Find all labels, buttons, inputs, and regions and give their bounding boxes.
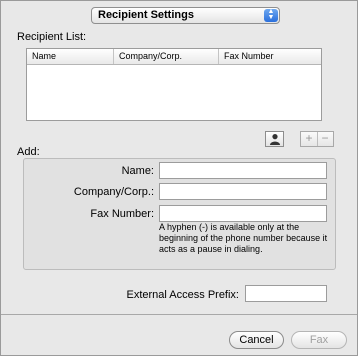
popup-label: Recipient Settings [98,9,194,21]
add-section-label: Add: [17,146,40,158]
recipient-settings-popup[interactable]: Recipient Settings ▲ ▼ [91,7,280,24]
name-label: Name: [121,165,154,177]
name-field[interactable] [159,162,327,179]
divider [1,314,357,315]
recipient-list-table[interactable]: Name Company/Corp. Fax Number [26,48,322,121]
person-icon [270,134,280,145]
recipient-list-label: Recipient List: [17,31,87,43]
external-prefix-field[interactable] [245,285,327,302]
company-field[interactable] [159,183,327,200]
fax-number-field[interactable] [159,205,327,222]
popup-arrows-icon: ▲ ▼ [264,8,278,22]
fax-number-note: A hyphen (-) is available only at the be… [159,222,328,254]
cancel-button[interactable]: Cancel [229,331,284,349]
remove-recipient-button[interactable]: − [317,132,333,146]
column-header-fax-number[interactable]: Fax Number [219,49,323,64]
company-label: Company/Corp.: [73,186,154,198]
table-header: Name Company/Corp. Fax Number [27,49,321,65]
column-header-company[interactable]: Company/Corp. [114,49,219,64]
add-recipient-button[interactable]: + [301,132,318,146]
external-prefix-label: External Access Prefix: [126,289,240,301]
fax-dialog: Recipient Settings ▲ ▼ Recipient List: Na… [0,0,358,356]
fax-button[interactable]: Fax [291,331,347,349]
column-header-name[interactable]: Name [27,49,114,64]
fax-number-label: Fax Number: [90,208,154,220]
address-book-button[interactable] [265,131,284,147]
add-remove-segment: + − [300,131,334,147]
